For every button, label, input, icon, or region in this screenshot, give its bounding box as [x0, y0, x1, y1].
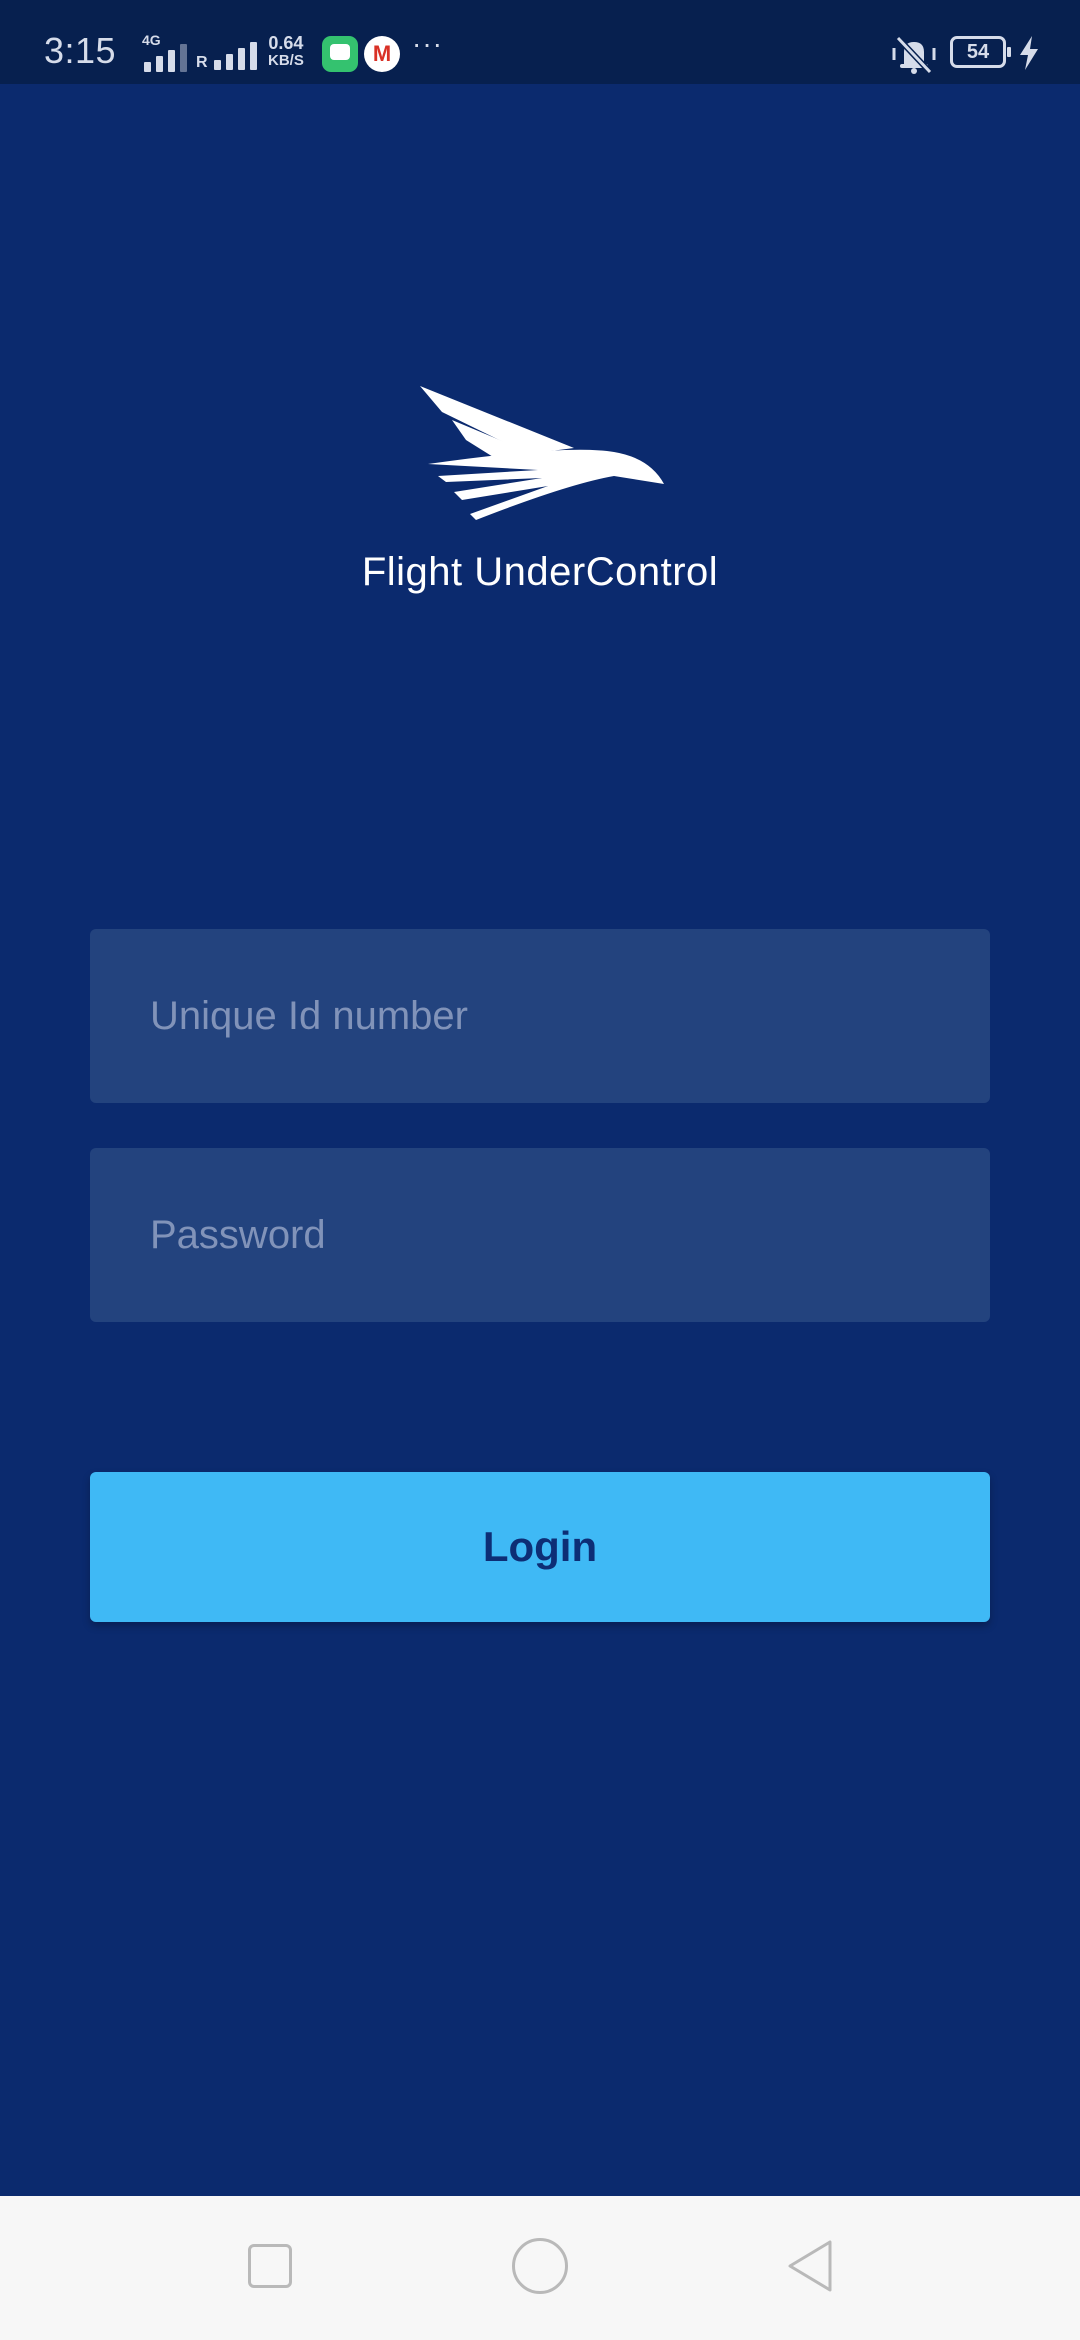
unique-id-input[interactable] [90, 929, 990, 1103]
navigation-bar [0, 2196, 1080, 2340]
charging-icon [1020, 36, 1038, 70]
battery-icon: 54 [950, 36, 1011, 68]
message-icon [322, 36, 358, 72]
login-button[interactable]: Login [90, 1472, 990, 1622]
net-speed-value: 0.64 [268, 33, 304, 53]
gmail-icon: M [364, 36, 400, 72]
signal-roaming-icon: R [196, 38, 260, 72]
net-speed-unit: KB/S [268, 52, 304, 69]
eagle-wing-logo-icon [420, 386, 664, 520]
signal-4g-icon: 4G [128, 32, 188, 74]
status-time: 3:15 [44, 30, 117, 71]
recents-square-icon[interactable] [248, 2244, 292, 2288]
net-speed: 0.64 KB/S [268, 34, 304, 70]
app-name: Flight UnderControl [361, 550, 719, 594]
vibrate-off-icon [892, 35, 936, 74]
home-circle-icon[interactable] [512, 2238, 568, 2294]
password-field[interactable] [90, 1148, 990, 1322]
back-triangle-icon[interactable] [784, 2238, 834, 2294]
status-bar: 3:15 4G R 0.64 KB/S M ··· 54 [0, 0, 1080, 84]
roaming-label: R [196, 54, 208, 71]
more-notifications-icon: ··· [412, 28, 443, 59]
